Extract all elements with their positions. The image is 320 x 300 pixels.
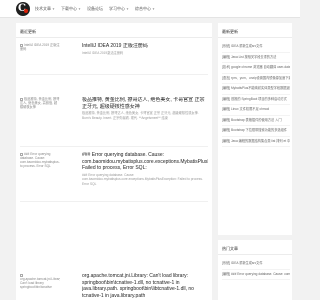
thumbnail-alt-text: org.apache.tomcat.jni.Library: Can't loa… (20, 277, 60, 289)
nav-item-general[interactable]: 综合中心▼ (135, 0, 155, 18)
article-title[interactable]: IntelliJ IDEA 2019 正版注册码 (82, 43, 208, 50)
nav-item-downloads[interactable]: 下载中心▼ (61, 0, 81, 18)
recent-articles-panel: 最近更新 IntelliJ IDEA 2019 正版注册码 IntelliJ I… (16, 23, 212, 300)
article-title[interactable]: ### Error querying database. Cause: com.… (82, 152, 208, 172)
list-item[interactable]: [编程] MybatisPlus不能映射实体类型字段数据返回问题 (222, 84, 290, 95)
hot-list: [系统] IDEA 重新生成src文件 [编程] ### Error query… (222, 259, 290, 280)
divider (16, 37, 212, 38)
latest-list: [系统] IDEA 重新生成src文件 [编程] Java List 按相关字段… (222, 42, 290, 147)
hot-articles-panel: 热门文章 [系统] IDEA 重新生成src文件 [编程] ### Error … (218, 240, 292, 300)
nav-label: 下载中心 (60, 6, 77, 11)
list-item[interactable]: [系统] IDEA 重新生成src文件 (222, 259, 290, 270)
article-item: IntelliJ IDEA 2019 正版注册码 IntelliJ IDEA 2… (20, 43, 208, 75)
chevron-down-icon: ▼ (52, 7, 55, 11)
article-summary: IntelliJ IDEA 2019激活注册码 (82, 50, 124, 55)
nav-label: 技术文章 (35, 6, 51, 11)
divider (218, 37, 292, 38)
section-title: 热门文章 (222, 246, 238, 251)
list-item[interactable]: [编程] Bootstrap 表格插件的使用方法 入门 (222, 116, 290, 126)
main-nav: 技术文章▼ 下载中心▼ 设备论坛 学习中心▼ 综合中心▼ (35, 0, 161, 18)
article-title[interactable]: 极品推特, 黄金比例, 撩哥达人, 绝色美女, 卡哥官宣 正宗 正牙元, 超级硬… (82, 97, 208, 110)
thumbnail-alt-text: 极品推特, 黄金比例, 撩哥达人, 绝色美女, 高颜值, 超模硬核女神 (20, 97, 60, 109)
site-logo[interactable]: C (16, 2, 30, 16)
article-title[interactable]: org.apache.tomcat.jni.Library: Can't loa… (82, 273, 208, 299)
article-thumbnail[interactable]: ### Error querying database. Cause: com.… (20, 152, 60, 176)
article-thumbnail[interactable]: 极品推特, 黄金比例, 撩哥达人, 绝色美女, 高颜值, 超模硬核女神 (20, 97, 60, 121)
chevron-down-icon: ▼ (77, 7, 81, 11)
thumbnail-alt-text: ### Error querying database. Cause: com.… (20, 152, 60, 168)
chevron-down-icon: ▼ (125, 7, 129, 11)
thumbnail-alt-text: IntelliJ IDEA 2019 正版注册码 (20, 43, 60, 51)
list-item[interactable]: [编程] Linux 文件权限不足 chmod (222, 105, 290, 116)
nav-label: 学习中心 (108, 6, 125, 11)
nav-label: 设备论坛 (86, 6, 103, 11)
article-item: ### Error querying database. Cause: com.… (20, 152, 208, 202)
article-item: 极品推特, 黄金比例, 撩哥达人, 绝色美女, 高颜值, 超模硬核女神 极品推特… (20, 97, 208, 147)
divider (218, 254, 292, 255)
list-item[interactable]: [编程] Java List 按相关字段去重的方法 (222, 53, 290, 63)
logo-dot (24, 9, 28, 13)
nav-item-forum[interactable]: 设备论坛 (87, 0, 103, 18)
chevron-down-icon: ▼ (151, 7, 155, 11)
article-thumbnail[interactable]: IntelliJ IDEA 2019 正版注册码 (20, 43, 60, 59)
top-navbar: C 技术文章▼ 下载中心▼ 设备论坛 学习中心▼ 综合中心▼ (0, 0, 300, 18)
nav-item-articles[interactable]: 技术文章▼ (35, 0, 55, 18)
nav-label: 综合中心 (134, 6, 151, 11)
article-summary: 极品推特, 黄金比例, 撩哥达人, 绝色美女, 卡哥官宣 正宗 正牙元, 超级硬… (82, 111, 199, 120)
list-item[interactable]: [编程] 首推的 SpringBoot 项目的多种启动方式 (222, 95, 290, 105)
latest-updates-panel: 最新更新 [系统] IDEA 重新生成src文件 [编程] Java List … (218, 23, 292, 235)
list-item[interactable]: [编程] Java 编程的数据结构集合类 list 排列 et 中 sid 项 (222, 137, 290, 147)
list-item[interactable]: [语言] rpm、yum、unzip设置国内镜像源加速下载 (222, 74, 290, 84)
section-title: 最近更新 (20, 29, 36, 34)
nav-item-learning[interactable]: 学习中心▼ (109, 0, 129, 18)
list-item[interactable]: [技术] google chrome 浏览器 自动翻译 user-data... (222, 63, 290, 74)
article-item: org.apache.tomcat.jni.Library: Can't loa… (20, 249, 208, 299)
list-item[interactable]: [编程] ### Error querying database. Cause:… (222, 270, 290, 280)
article-summary: ### Error querying database. Cause: com.… (82, 172, 203, 186)
article-thumbnail[interactable]: org.apache.tomcat.jni.Library: Can't loa… (20, 273, 60, 297)
list-item[interactable]: [系统] IDEA 重新生成src文件 (222, 42, 290, 53)
list-item[interactable]: [编程] Bootstrap 下拉框带搜索功能的多选组件 (222, 126, 290, 137)
section-title: 最新更新 (222, 29, 238, 34)
